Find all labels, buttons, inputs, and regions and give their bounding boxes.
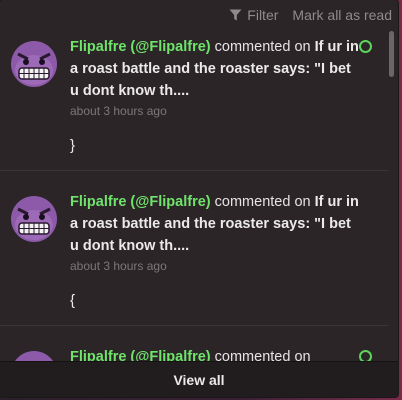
notifications-footer: View all: [0, 361, 398, 397]
scrollbar-thumb[interactable]: [389, 31, 394, 77]
notification-content: Flipalfre (@Flipalfre) commented on If u…: [70, 36, 360, 157]
user-avatar: [11, 196, 57, 242]
notification-time: about 3 hours ago: [70, 104, 167, 118]
notification-user[interactable]: Flipalfre (@Flipalfre): [70, 39, 211, 55]
notification-item[interactable]: Flipalfre (@Flipalfre) commented on If u…: [0, 185, 388, 326]
filter-label: Filter: [247, 7, 279, 23]
unread-indicator-icon[interactable]: [359, 40, 372, 53]
notification-body: {: [70, 292, 76, 309]
filter-button[interactable]: Filter: [229, 7, 278, 23]
filter-icon: [229, 9, 242, 21]
notification-item[interactable]: Flipalfre (@Flipalfre) commented on If u…: [0, 30, 388, 171]
notification-body: }: [70, 137, 76, 154]
notification-list: Flipalfre (@Flipalfre) commented on If u…: [0, 30, 398, 397]
notification-time: about 3 hours ago: [70, 259, 167, 273]
notifications-panel: Filter Mark all as read Flipalfre (@Flip…: [0, 0, 398, 397]
notification-content: Flipalfre (@Flipalfre) commented on If u…: [70, 191, 360, 312]
user-avatar: [11, 41, 57, 87]
mark-all-read-button[interactable]: Mark all as read: [292, 7, 392, 23]
notification-verb: commented on: [214, 194, 311, 210]
notifications-header: Filter Mark all as read: [0, 0, 398, 30]
notification-verb: commented on: [214, 39, 311, 55]
notification-user[interactable]: Flipalfre (@Flipalfre): [70, 194, 211, 210]
view-all-button[interactable]: View all: [173, 372, 224, 388]
